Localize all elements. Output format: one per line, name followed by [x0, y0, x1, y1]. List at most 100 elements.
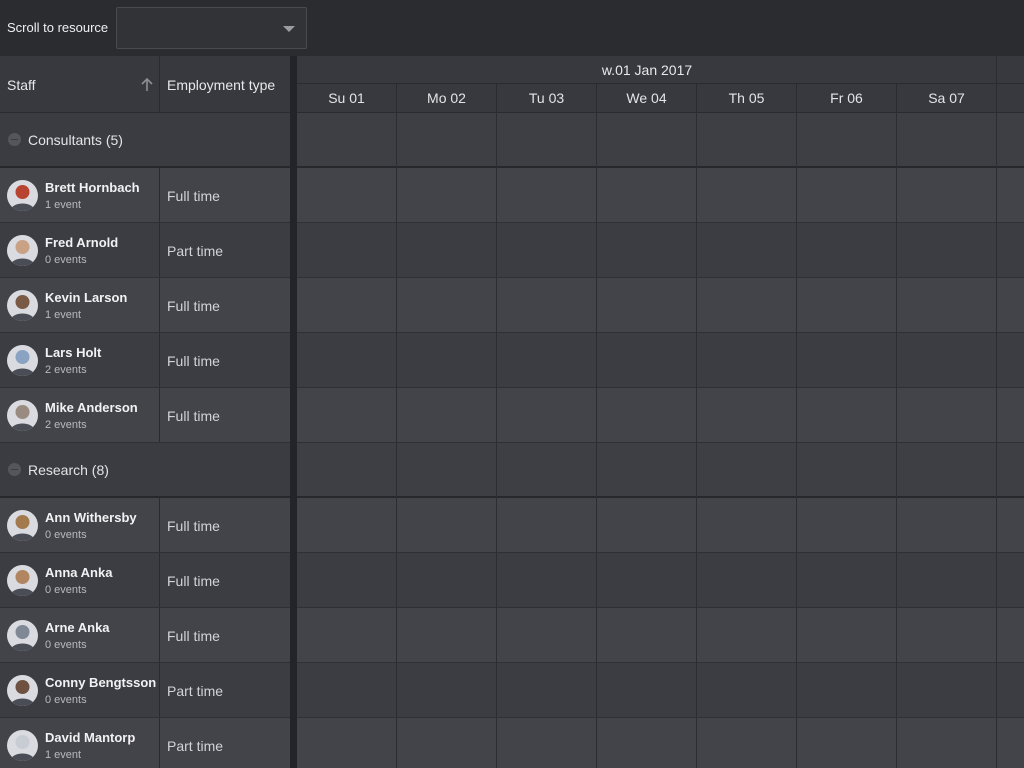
group-label: Consultants (5) [28, 132, 123, 148]
group-header[interactable]: Consultants (5) [0, 113, 290, 168]
timeline-row[interactable] [297, 718, 1024, 768]
collapse-icon[interactable] [8, 463, 21, 476]
employment-type: Full time [167, 518, 220, 534]
group-header-timeline [297, 443, 1024, 498]
timeline-row[interactable] [297, 223, 1024, 278]
day-header[interactable]: Sa 07 [897, 84, 997, 113]
avatar [7, 730, 38, 761]
staff-name: David Mantorp [45, 730, 136, 745]
event-count: 2 events [45, 419, 87, 431]
day-header[interactable]: We 04 [597, 84, 697, 113]
event-count: 0 events [45, 694, 87, 706]
avatar [7, 565, 38, 596]
staff-name: Ann Withersby [45, 510, 137, 525]
chevron-down-icon[interactable] [283, 26, 295, 32]
day-header[interactable]: Fr 06 [797, 84, 897, 113]
week-header: w.01 Jan 2017 [297, 56, 997, 84]
timeline-row[interactable] [297, 498, 1024, 553]
staff-name: Arne Anka [45, 620, 110, 635]
resource-rows: Consultants (5) Brett Hornbach 1 event Full… [0, 113, 290, 768]
day-header[interactable]: Tu 03 [497, 84, 597, 113]
staff-cell[interactable]: Fred Arnold 0 events [0, 223, 160, 277]
avatar [7, 400, 38, 431]
event-count: 0 events [45, 639, 87, 651]
event-count: 1 event [45, 309, 82, 321]
group-header[interactable]: Research (8) [0, 443, 290, 498]
scroll-to-resource-label: Scroll to resource [7, 20, 109, 35]
staff-name: Kevin Larson [45, 290, 128, 305]
timeline-row[interactable] [297, 333, 1024, 388]
staff-cell[interactable]: Mike Anderson 2 events [0, 388, 160, 442]
toolbar: Scroll to resource [0, 0, 1024, 56]
resource-row[interactable]: Lars Holt 2 events Full time [0, 333, 290, 388]
timeline-row[interactable] [297, 553, 1024, 608]
staff-name: Brett Hornbach [45, 180, 140, 195]
resource-grid: Staff Employment type Consultants (5) Bre… [0, 56, 290, 768]
staff-cell[interactable]: David Mantorp 1 event [0, 718, 160, 768]
staff-name: Conny Bengtsson [45, 675, 157, 690]
timeline-row[interactable] [297, 388, 1024, 443]
employment-type: Full time [167, 353, 220, 369]
staff-name: Mike Anderson [45, 400, 138, 415]
resource-row[interactable]: Arne Anka 0 events Full time [0, 608, 290, 663]
week-header-next [997, 56, 1024, 84]
event-count: 0 events [45, 254, 87, 266]
employment-type: Part time [167, 738, 224, 754]
staff-cell[interactable]: Arne Anka 0 events [0, 608, 160, 662]
staff-cell[interactable]: Conny Bengtsson 0 events [0, 663, 160, 717]
day-header[interactable]: Su 01 [297, 84, 397, 113]
timeline-row[interactable] [297, 663, 1024, 718]
group-label: Research (8) [28, 462, 109, 478]
resource-row[interactable]: Ann Withersby 0 events Full time [0, 498, 290, 553]
employment-type: Full time [167, 573, 220, 589]
sort-ascending-icon[interactable] [140, 77, 154, 93]
avatar [7, 290, 38, 321]
resource-row[interactable]: Conny Bengtsson 0 events Part time [0, 663, 290, 718]
column-header-staff[interactable]: Staff [0, 56, 160, 113]
collapse-icon[interactable] [8, 133, 21, 146]
column-header-staff-label: Staff [7, 77, 36, 93]
resource-row[interactable]: Kevin Larson 1 event Full time [0, 278, 290, 333]
avatar [7, 675, 38, 706]
group-header-timeline [297, 113, 1024, 168]
avatar [7, 235, 38, 266]
staff-name: Lars Holt [45, 345, 102, 360]
event-count: 0 events [45, 584, 87, 596]
day-header[interactable]: Mo 02 [397, 84, 497, 113]
day-headers: Su 01 Mo 02 Tu 03 We 04 Th 05 Fr 06 Sa 07 [297, 84, 1024, 113]
resource-row[interactable]: Anna Anka 0 events Full time [0, 553, 290, 608]
event-count: 0 events [45, 529, 87, 541]
avatar [7, 510, 38, 541]
staff-cell[interactable]: Ann Withersby 0 events [0, 498, 160, 552]
employment-type: Full time [167, 298, 220, 314]
timeline-row[interactable] [297, 168, 1024, 223]
employment-type: Full time [167, 408, 220, 424]
event-count: 1 event [45, 199, 82, 211]
employment-type: Part time [167, 243, 224, 259]
column-header-employment-type[interactable]: Employment type [160, 56, 290, 113]
resource-row[interactable]: David Mantorp 1 event Part time [0, 718, 290, 768]
event-count: 1 event [45, 749, 82, 761]
schedule-area: w.01 Jan 2017 Su 01 Mo 02 Tu 03 We 04 Th 05 F… [297, 56, 1024, 768]
resource-row[interactable]: Mike Anderson 2 events Full time [0, 388, 290, 443]
timeline-row[interactable] [297, 608, 1024, 663]
avatar [7, 180, 38, 211]
staff-cell[interactable]: Lars Holt 2 events [0, 333, 160, 387]
resource-row[interactable]: Brett Hornbach 1 event Full time [0, 168, 290, 223]
employment-type: Full time [167, 188, 220, 204]
staff-name: Anna Anka [45, 565, 113, 580]
staff-cell[interactable]: Kevin Larson 1 event [0, 278, 160, 332]
staff-cell[interactable]: Brett Hornbach 1 event [0, 168, 160, 222]
splitter[interactable] [290, 56, 297, 768]
event-count: 2 events [45, 364, 87, 376]
timeline-row[interactable] [297, 278, 1024, 333]
resource-row[interactable]: Fred Arnold 0 events Part time [0, 223, 290, 278]
staff-cell[interactable]: Anna Anka 0 events [0, 553, 160, 607]
staff-name: Fred Arnold [45, 235, 119, 250]
employment-type: Part time [167, 683, 224, 699]
employment-type: Full time [167, 628, 220, 644]
day-header[interactable]: Th 05 [697, 84, 797, 113]
week-label: w.01 Jan 2017 [601, 62, 693, 78]
scroll-to-resource-combo[interactable] [116, 7, 307, 49]
avatar [7, 620, 38, 651]
